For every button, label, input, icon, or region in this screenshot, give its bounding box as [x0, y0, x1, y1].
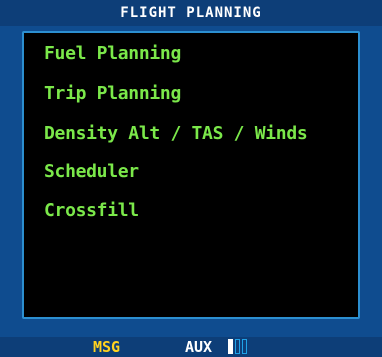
status-bar: MSG AUX	[0, 337, 382, 357]
page-indicator-segment	[242, 339, 247, 354]
flight-planning-screen: FLIGHT PLANNING Fuel Planning Trip Plann…	[0, 0, 382, 357]
page-indicator	[228, 339, 247, 354]
menu-item-scheduler[interactable]: Scheduler	[44, 161, 139, 183]
msg-annunciator: MSG	[93, 338, 121, 356]
menu-item-trip-planning[interactable]: Trip Planning	[44, 83, 181, 105]
menu-item-fuel-planning[interactable]: Fuel Planning	[44, 43, 181, 65]
menu-panel: Fuel Planning Trip Planning Density Alt …	[22, 31, 360, 319]
title-bar: FLIGHT PLANNING	[0, 0, 382, 26]
page-indicator-segment	[228, 339, 233, 354]
menu-item-density-alt-tas-winds[interactable]: Density Alt / TAS / Winds	[44, 123, 308, 145]
page-group-label: AUX	[185, 338, 213, 356]
page-title: FLIGHT PLANNING	[120, 5, 262, 21]
menu-item-crossfill[interactable]: Crossfill	[44, 200, 139, 222]
page-indicator-segment	[235, 339, 240, 354]
